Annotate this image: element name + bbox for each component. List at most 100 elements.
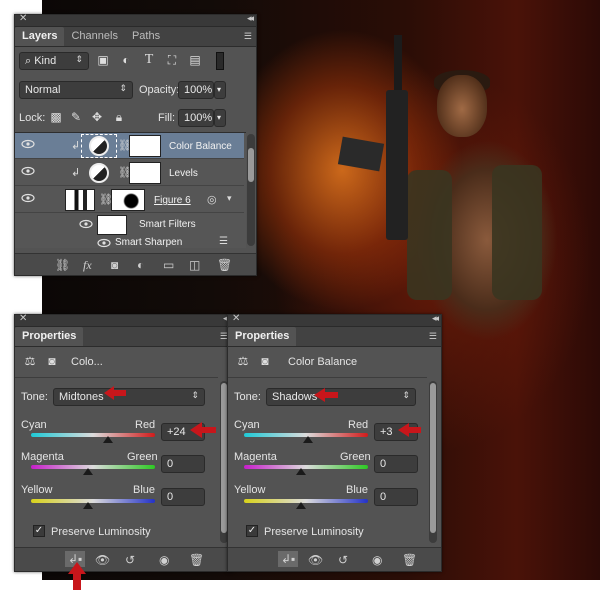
collapse-arrow-icon[interactable]: ▾ xyxy=(227,193,232,204)
scrollbar-knob[interactable] xyxy=(430,383,436,533)
clip-to-layer-icon[interactable]: ↲▪ xyxy=(278,551,299,567)
layer-row-smart-filters[interactable]: Smart Filters xyxy=(15,214,244,236)
adjustment-filter-icon[interactable]: ◐ xyxy=(118,53,134,67)
green-label: Green xyxy=(340,451,371,463)
yellow-blue-slider-thumb[interactable] xyxy=(296,502,306,509)
layer-row-figure-6[interactable]: ⛓ Figure 6 ◎ ▾ xyxy=(15,187,244,213)
balance-scale-icon: ⚖ xyxy=(24,354,36,368)
scrollbar-knob[interactable] xyxy=(248,148,254,182)
properties-scrollbar[interactable] xyxy=(429,381,437,543)
trash-icon[interactable]: 🗑︎ xyxy=(189,553,204,567)
magenta-green-slider-thumb[interactable] xyxy=(296,468,306,475)
filter-options-icon[interactable]: ☰ xyxy=(219,236,228,247)
close-icon[interactable]: ✕ xyxy=(19,13,27,24)
new-adjustment-icon[interactable]: ◐ xyxy=(137,258,144,272)
smart-object-filter-icon[interactable]: ▤ xyxy=(187,53,203,67)
collapse-icon[interactable]: ◂◂ xyxy=(432,313,439,324)
opacity-field[interactable]: 100% xyxy=(178,81,214,99)
panel-menu-icon[interactable]: ☰ xyxy=(429,331,437,342)
smart-object-thumbnail[interactable] xyxy=(65,189,95,211)
magenta-green-slider[interactable] xyxy=(244,465,368,469)
clip-to-layer-icon[interactable]: ↲▪ xyxy=(65,551,86,567)
layer-name: Color Balance xyxy=(169,141,232,152)
yellow-blue-slider-thumb[interactable] xyxy=(83,502,93,509)
yellow-blue-value-field[interactable]: 0 xyxy=(374,488,418,506)
reset-icon[interactable]: ↺ xyxy=(338,553,348,567)
view-previous-icon[interactable]: 👁︎ xyxy=(95,553,110,567)
visibility-eye-icon[interactable] xyxy=(21,193,35,203)
add-mask-icon[interactable]: ◙ xyxy=(111,258,118,272)
new-layer-icon[interactable]: ◫ xyxy=(189,258,200,272)
layer-mask-thumbnail[interactable] xyxy=(129,135,161,157)
magenta-green-slider[interactable] xyxy=(31,465,155,469)
tab-properties[interactable]: Properties xyxy=(228,327,297,346)
opacity-dropdown-button[interactable]: ▾ xyxy=(214,81,226,99)
yellow-label: Yellow xyxy=(21,484,53,496)
layer-row-smart-sharpen[interactable]: Smart Sharpen ☰ xyxy=(15,236,244,248)
lock-transparent-icon[interactable]: ▩ xyxy=(49,110,63,124)
visibility-eye-icon[interactable] xyxy=(79,219,93,229)
cyan-red-value-field[interactable]: +3 xyxy=(374,423,418,441)
reset-icon[interactable]: ↺ xyxy=(125,553,135,567)
preserve-luminosity-checkbox[interactable]: ✓ xyxy=(246,525,258,537)
magenta-green-slider-thumb[interactable] xyxy=(83,468,93,475)
visibility-icon[interactable]: ◉ xyxy=(372,553,382,567)
opacity-value: 100% xyxy=(184,84,213,96)
yellow-blue-slider[interactable] xyxy=(244,499,368,503)
layer-row-color-balance[interactable]: ↲ ⛓ Color Balance xyxy=(15,133,244,159)
link-layers-icon[interactable]: ⛓ xyxy=(55,258,70,272)
collapse-icon[interactable]: ◂◂ xyxy=(247,13,254,24)
tab-channels[interactable]: Channels xyxy=(64,27,124,46)
shape-filter-icon[interactable]: ⛶ xyxy=(164,53,180,68)
chevron-down-icon: ⇕ xyxy=(191,390,199,400)
magenta-green-value-field[interactable]: 0 xyxy=(161,455,205,473)
type-filter-icon[interactable]: T xyxy=(141,52,157,68)
new-group-icon[interactable]: ▭ xyxy=(163,258,174,272)
lock-all-icon[interactable]: 🔒︎ xyxy=(112,110,126,125)
filter-kind-dropdown[interactable]: ⌕ Kind ⇕ xyxy=(19,52,89,70)
lock-image-icon[interactable]: ✎ xyxy=(69,110,83,124)
filter-toggle[interactable] xyxy=(216,52,224,70)
layer-row-levels[interactable]: ↲ ⛓ Levels xyxy=(15,160,244,186)
layer-mask-thumbnail[interactable] xyxy=(111,189,145,211)
visibility-eye-icon[interactable] xyxy=(21,139,35,149)
visibility-eye-icon[interactable] xyxy=(21,166,35,176)
visibility-icon[interactable]: ◉ xyxy=(159,553,169,567)
yellow-blue-value-field[interactable]: 0 xyxy=(161,488,205,506)
smart-filter-indicator-icon[interactable]: ◎ xyxy=(207,193,217,206)
properties-footer: ↲▪ 👁︎ ↺ ◉ 🗑︎ xyxy=(228,547,441,571)
panel-menu-icon[interactable]: ☰ xyxy=(244,31,252,42)
mask-icon[interactable]: ◙ xyxy=(256,354,274,368)
cyan-red-value-field[interactable]: +24 xyxy=(161,423,205,441)
close-icon[interactable]: ✕ xyxy=(232,313,240,324)
blue-label: Blue xyxy=(133,484,156,496)
smart-filter-mask-thumbnail[interactable] xyxy=(97,215,127,235)
tab-layers[interactable]: Layers xyxy=(15,27,65,46)
lock-position-icon[interactable]: ✥ xyxy=(90,110,104,124)
tone-dropdown[interactable]: Midtones ⇕ xyxy=(53,388,205,406)
mask-icon[interactable]: ◙ xyxy=(43,354,61,368)
close-icon[interactable]: ✕ xyxy=(19,313,27,324)
layers-scrollbar[interactable] xyxy=(247,134,255,246)
tone-dropdown[interactable]: Shadows ⇕ xyxy=(266,388,416,406)
trash-icon[interactable]: 🗑︎ xyxy=(402,553,417,567)
visibility-eye-icon[interactable] xyxy=(97,238,111,248)
preserve-luminosity-checkbox[interactable]: ✓ xyxy=(33,525,45,537)
image-filter-icon[interactable]: ▣ xyxy=(95,53,111,67)
fill-field[interactable]: 100% xyxy=(178,109,214,127)
tab-paths[interactable]: Paths xyxy=(125,27,167,46)
view-previous-icon[interactable]: 👁︎ xyxy=(308,553,323,567)
trash-icon[interactable]: 🗑︎ xyxy=(217,258,232,272)
tab-properties[interactable]: Properties xyxy=(15,327,84,346)
layer-style-icon[interactable]: fx xyxy=(83,258,92,273)
layer-mask-thumbnail[interactable] xyxy=(129,162,161,184)
fill-dropdown-button[interactable]: ▾ xyxy=(214,109,226,127)
cyan-red-slider-thumb[interactable] xyxy=(102,436,113,443)
rifle-stock xyxy=(337,136,385,172)
blend-mode-dropdown[interactable]: Normal ⇕ xyxy=(19,81,133,99)
cyan-red-slider-thumb[interactable] xyxy=(303,436,314,443)
yellow-blue-slider[interactable] xyxy=(31,499,155,503)
properties-titlebar: ✕ ◂◂ xyxy=(15,313,232,327)
cyan-red-slider[interactable] xyxy=(31,433,155,437)
magenta-green-value-field[interactable]: 0 xyxy=(374,455,418,473)
